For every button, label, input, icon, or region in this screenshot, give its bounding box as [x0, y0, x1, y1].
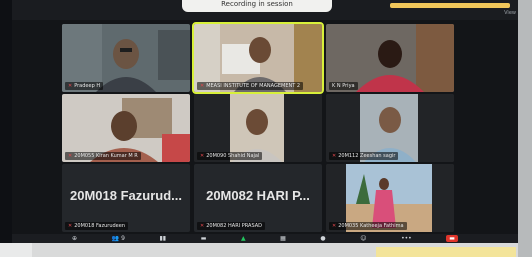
desk-paper [0, 243, 32, 257]
gallery-view: ✕ Pradeep H ✕ MEASI INSTITUTE OF MANAGEM… [12, 22, 518, 234]
participant-tile-no-video[interactable]: 20M018 Fazurud... ✕ 20M018 Fazurudeen [62, 164, 190, 232]
participant-name: 20M082 HARI PRASAD [206, 223, 262, 229]
mic-muted-icon: ✕ [200, 153, 205, 159]
participant-tile[interactable]: ✕ 20M035 Katheeja Fathima [326, 164, 454, 232]
monitor-bezel-left [0, 0, 12, 257]
name-tag: ✕ Pradeep H [65, 82, 104, 90]
more-icon[interactable]: ••• [401, 235, 412, 242]
participant-name: Pradeep H [74, 83, 101, 89]
meeting-topbar: Recording in session View [12, 0, 518, 20]
participant-name: 20M035 Katheeja Fathima [338, 223, 404, 229]
chart-icon[interactable]: ▮▮ [160, 235, 167, 242]
share-screen-icon[interactable]: ▲ [241, 235, 246, 242]
mic-muted-icon: ✕ [200, 83, 205, 89]
name-tag: ✕ 20M112 Zeeshan sagir [329, 152, 399, 160]
participant-name: MEASI INSTITUTE OF MANAGEMENT 2 [206, 83, 301, 89]
leave-icon[interactable]: ▬ [446, 235, 458, 242]
name-tag: ✕ 20M055 Kiran Kumar M R [65, 152, 141, 160]
participant-tile[interactable]: ✕ 20M055 Kiran Kumar M R [62, 94, 190, 162]
name-tag: ✕ 20M018 Fazurudeen [65, 222, 129, 230]
participant-tile[interactable]: ✕ 20M112 Zeeshan sagir [326, 94, 454, 162]
participant-name: 20M055 Kiran Kumar M R [74, 153, 138, 159]
record-icon[interactable]: ● [320, 235, 325, 242]
participant-display-name: 20M082 HARI P... [206, 188, 310, 203]
name-tag: ✕ 20M082 HARI PRASAD [197, 222, 265, 230]
meeting-window: Recording in session View ✕ Pradeep H ✕ … [12, 0, 518, 243]
mic-muted-icon: ✕ [68, 153, 73, 159]
participants-count: 9 [121, 235, 125, 242]
participant-name: 20M112 Zeeshan sagir [338, 153, 396, 159]
mic-muted-icon: ✕ [332, 153, 337, 159]
participant-tile-no-video[interactable]: 20M082 HARI P... ✕ 20M082 HARI PRASAD [194, 164, 322, 232]
meeting-toolbar: ⊕ 👥 9 ▮▮ ▬ ▲ ▦ ● ☺ ••• ▬ [12, 234, 518, 243]
top-right-banner [390, 3, 510, 8]
participant-display-name: 20M018 Fazurud... [70, 188, 182, 203]
grid-icon[interactable]: ▦ [280, 235, 286, 242]
participant-tile-active-speaker[interactable]: ✕ MEASI INSTITUTE OF MANAGEMENT 2 [192, 22, 324, 94]
participant-name: K N Priya [332, 83, 355, 89]
name-tag: ✕ 20M035 Katheeja Fathima [329, 222, 407, 230]
mic-muted-icon: ✕ [200, 223, 205, 229]
participant-tile[interactable]: K N Priya [326, 24, 454, 92]
mic-muted-icon: ✕ [68, 83, 73, 89]
desk-note [376, 247, 516, 257]
participant-name: 20M090 Shahid Najal [206, 153, 260, 159]
mic-muted-icon: ✕ [68, 223, 73, 229]
participants-icon: 👥 [111, 235, 120, 242]
name-tag: K N Priya [329, 82, 358, 90]
chat-icon[interactable]: ▬ [201, 235, 207, 242]
view-button[interactable]: View [504, 10, 516, 16]
participants-button[interactable]: 👥 9 [112, 235, 125, 242]
participant-name: 20M018 Fazurudeen [74, 223, 126, 229]
mic-muted-icon: ✕ [332, 223, 337, 229]
name-tag: ✕ MEASI INSTITUTE OF MANAGEMENT 2 [197, 82, 304, 90]
reactions-icon[interactable]: ☺ [360, 235, 366, 242]
name-tag: ✕ 20M090 Shahid Najal [197, 152, 263, 160]
participant-tile[interactable]: ✕ 20M090 Shahid Najal [194, 94, 322, 162]
monitor-bezel-right [518, 0, 532, 257]
participant-tile[interactable]: ✕ Pradeep H [62, 24, 190, 92]
security-icon[interactable]: ⊕ [72, 235, 77, 242]
recording-notice: Recording in session [182, 0, 332, 12]
